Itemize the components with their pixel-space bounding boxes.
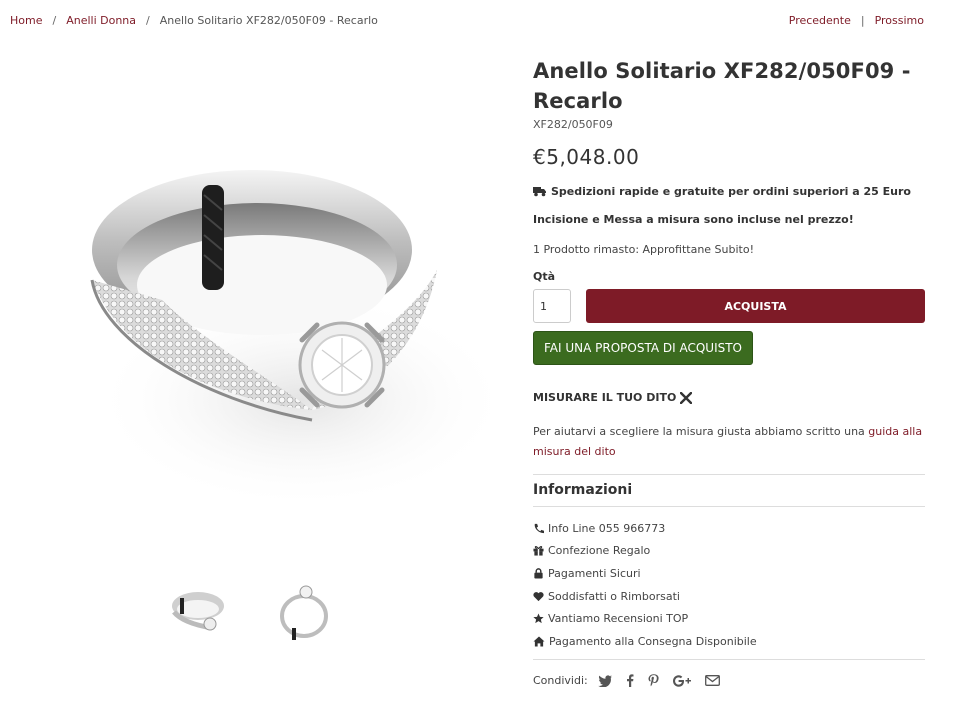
breadcrumb-separator: / [52, 14, 57, 27]
buy-button[interactable]: ACQUISTA [586, 289, 925, 323]
informazioni-title: Informazioni [533, 482, 633, 498]
email-icon[interactable] [704, 675, 720, 687]
info-item-label: Soddisfatti o Rimborsati [548, 589, 680, 603]
measure-text: Per aiutarvi a scegliere la misura giust… [533, 425, 869, 438]
info-item-home: Pagamento alla Consegna Disponibile [533, 630, 925, 653]
breadcrumb-home[interactable]: Home [10, 14, 42, 27]
product-title: Anello Solitario XF282/050F09 - Recarlo [533, 59, 911, 113]
pinterest-icon[interactable] [648, 674, 659, 687]
star-icon [533, 613, 544, 624]
ring-thumbnail-image [280, 585, 328, 640]
info-item-lock: Pagamenti Sicuri [533, 562, 925, 585]
stock-info: 1 Prodotto rimasto: Approfittane Subito! [533, 243, 754, 256]
breadcrumb-separator: / [146, 14, 150, 27]
buy-row: ACQUISTA [533, 289, 925, 323]
info-item-heart: Soddisfatti o Rimborsati [533, 585, 925, 608]
engraving-info: Incisione e Messa a misura sono incluse … [533, 213, 854, 226]
quantity-label: Qtà [533, 270, 556, 283]
breadcrumb-category[interactable]: Anelli Donna [66, 14, 136, 27]
lock-icon [534, 568, 543, 579]
divider [533, 474, 925, 475]
previous-link[interactable]: Precedente [789, 14, 851, 27]
info-item-phone: Info Line 055 966773 [533, 517, 925, 540]
share-label: Condividi: [533, 674, 588, 688]
info-item-star: Vantiamo Recensioni TOP [533, 607, 925, 630]
info-item-label: Pagamenti Sicuri [548, 566, 641, 580]
home-icon [533, 636, 545, 647]
google-plus-icon[interactable] [672, 674, 691, 687]
shipping-info: Spedizioni rapide e gratuite per ordini … [533, 185, 925, 198]
product-pager: Precedente | Prossimo [789, 14, 924, 27]
next-link[interactable]: Prossimo [875, 14, 924, 27]
info-item-label: Vantiamo Recensioni TOP [548, 612, 689, 626]
pager-separator: | [860, 14, 865, 27]
info-item-label: Info Line 055 966773 [548, 521, 666, 535]
tools-icon [680, 391, 693, 404]
ring-image [90, 170, 512, 510]
product-main-image[interactable] [62, 100, 522, 540]
product-sku: XF282/050F09 [533, 118, 613, 131]
breadcrumb-current: Anello Solitario XF282/050F09 - Recarlo [159, 14, 378, 27]
twitter-icon[interactable] [597, 674, 612, 687]
measure-description: Per aiutarvi a scegliere la misura giust… [533, 422, 925, 462]
breadcrumb: Home / Anelli Donna / Anello Solitario X… [10, 14, 378, 27]
thumbnail-2[interactable] [272, 580, 336, 644]
divider [533, 506, 925, 507]
phone-icon [534, 523, 544, 533]
ring-thumbnail-image [172, 592, 224, 631]
info-item-label: Pagamento alla Consegna Disponibile [549, 634, 757, 648]
measure-heading-text: MISURARE IL TUO DITO [533, 391, 677, 404]
facebook-icon[interactable] [626, 674, 634, 688]
gift-icon [533, 546, 544, 556]
thumbnail-1[interactable] [166, 580, 230, 644]
product-info: Anello Solitario XF282/050F09 - Recarlo … [533, 56, 925, 692]
info-item-label: Confezione Regalo [548, 544, 651, 558]
info-list: Info Line 055 966773 Confezione Regalo P… [533, 517, 925, 653]
product-price: €5,048.00 [533, 145, 640, 169]
make-offer-button[interactable]: FAI UNA PROPOSTA DI ACQUISTO [533, 331, 753, 365]
heart-icon [533, 591, 544, 601]
measure-heading: MISURARE IL TUO DITO [533, 391, 925, 404]
share-bar: Condividi: [533, 670, 925, 692]
divider [533, 658, 925, 660]
truck-icon [533, 187, 546, 197]
info-item-gift: Confezione Regalo [533, 540, 925, 563]
shipping-text: Spedizioni rapide e gratuite per ordini … [551, 185, 911, 198]
quantity-input[interactable] [533, 289, 571, 323]
